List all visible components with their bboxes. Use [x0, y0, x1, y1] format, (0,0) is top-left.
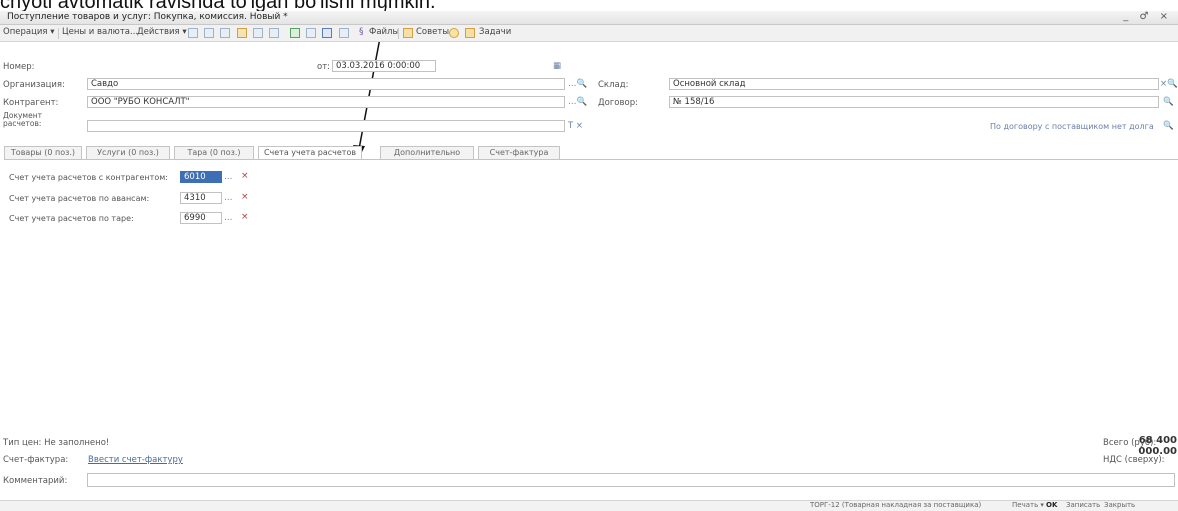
account-advances-select-icon[interactable]: … [224, 193, 233, 203]
price-type-text[interactable]: Тип цен: Не заполнено! [3, 438, 109, 448]
warehouse-label: Склад: [598, 80, 629, 90]
window-controls[interactable]: _ ♂ × [1123, 11, 1172, 22]
settlement-doc-label: Документ расчетов: [3, 111, 42, 128]
help-icon[interactable] [449, 28, 459, 38]
account-counterparty-label: Счет учета расчетов с контрагентом: [9, 173, 168, 182]
toolbar-separator [58, 28, 59, 39]
window-title: Поступление товаров и услуг: Покупка, ко… [7, 12, 288, 22]
toolbar-separator [398, 28, 399, 39]
account-tare-label: Счет учета расчетов по таре: [9, 214, 134, 223]
advice-button[interactable]: Советы [416, 27, 449, 37]
settlement-doc-field[interactable] [87, 120, 565, 132]
date-label: от: [317, 62, 331, 72]
tab-divider [4, 159, 1178, 160]
tab-settlement-accounts[interactable]: Счета учета расчетов [258, 146, 362, 160]
window-titlebar: Поступление товаров и услуг: Покупка, ко… [0, 11, 1178, 25]
report-icon[interactable] [306, 28, 316, 38]
contract-field[interactable]: № 158/16 [669, 96, 1159, 108]
account-advances-clear-icon[interactable]: × [241, 192, 249, 202]
comment-field[interactable] [87, 473, 1175, 487]
movements-icon[interactable] [253, 28, 263, 38]
bottom-command-bar: ТОРГ-12 (Товарная накладная за поставщик… [0, 500, 1178, 511]
warehouse-search-icon[interactable]: ×🔍 [1160, 79, 1178, 89]
org-field[interactable]: Савдо [87, 78, 565, 90]
tab-goods[interactable]: Товары (0 поз.) [4, 146, 82, 159]
prices-button[interactable]: Цены и валюта... [62, 27, 138, 37]
counterparty-label: Контрагент: [3, 98, 59, 108]
settings-icon[interactable] [269, 28, 279, 38]
total-value: 68 400 000.00 [1138, 435, 1177, 457]
calendar-icon[interactable]: ▦ [553, 61, 561, 71]
account-tare-field[interactable]: 6990 [180, 212, 222, 224]
account-counterparty-select-icon[interactable]: … [224, 172, 233, 182]
operation-menu[interactable]: Операция ▾ [3, 27, 54, 37]
files-button[interactable]: Файлы [369, 27, 399, 37]
vat-label: НДС (сверху): [1103, 455, 1165, 465]
account-advances-label: Счет учета расчетов по авансам: [9, 194, 150, 203]
table-icon[interactable] [339, 28, 349, 38]
based-on-icon[interactable] [290, 28, 300, 38]
contract-search-icon[interactable]: 🔍 [1163, 97, 1174, 107]
paperclip-icon[interactable]: § [359, 27, 369, 37]
actions-menu[interactable]: Действия ▾ [137, 27, 187, 37]
org-label: Организация: [3, 80, 65, 90]
advice-icon[interactable] [403, 28, 413, 38]
tab-tare[interactable]: Тара (0 поз.) [174, 146, 254, 159]
org-search-icon[interactable]: …🔍 [568, 79, 587, 89]
account-counterparty-clear-icon[interactable]: × [241, 171, 249, 181]
counterparty-search-icon[interactable]: …🔍 [568, 97, 587, 107]
tab-invoice[interactable]: Счет-фактура [478, 146, 560, 159]
account-tare-clear-icon[interactable]: × [241, 212, 249, 222]
debt-search-icon[interactable]: 🔍 [1163, 121, 1174, 131]
tasks-icon[interactable] [465, 28, 475, 38]
tab-services[interactable]: Услуги (0 поз.) [86, 146, 170, 159]
copy-icon[interactable] [220, 28, 230, 38]
post-icon[interactable] [188, 28, 198, 38]
contract-debt-note[interactable]: По договору с поставщиком нет долга [990, 122, 1154, 131]
warehouse-field[interactable]: Основной склад [669, 78, 1159, 90]
number-label: Номер: [3, 62, 35, 72]
counterparty-field[interactable]: ООО "РУБО КОНСАЛТ" [87, 96, 565, 108]
tab-additional[interactable]: Дополнительно [380, 146, 474, 159]
toolbar: Операция ▾ Цены и валюта... Действия ▾ §… [0, 25, 1178, 42]
account-counterparty-field[interactable]: 6010 [180, 171, 222, 183]
print-form-link[interactable]: ТОРГ-12 (Товарная накладная за поставщик… [810, 501, 981, 509]
tasks-button[interactable]: Задачи [479, 27, 511, 37]
invoice-link[interactable]: Ввести счет-фактуру [88, 455, 183, 465]
settlement-doc-clear-icon[interactable]: T × [568, 121, 583, 131]
close-button[interactable]: Закрыть [1104, 501, 1135, 509]
invoice-label: Счет-фактура: [3, 455, 69, 465]
dt-kt-icon[interactable] [322, 28, 332, 38]
print-menu[interactable]: Печать ▾ [1012, 501, 1044, 509]
structure-icon[interactable] [237, 28, 247, 38]
contract-label: Договор: [598, 98, 638, 108]
ok-button[interactable]: OK [1046, 501, 1057, 509]
account-advances-field[interactable]: 4310 [180, 192, 222, 204]
date-field[interactable]: 03.03.2016 0:00:00 [332, 60, 436, 72]
save-button[interactable]: Записать [1066, 501, 1100, 509]
account-tare-select-icon[interactable]: … [224, 213, 233, 223]
annotation-arrow [353, 5, 387, 158]
comment-label: Комментарий: [3, 476, 68, 486]
save-icon[interactable] [204, 28, 214, 38]
